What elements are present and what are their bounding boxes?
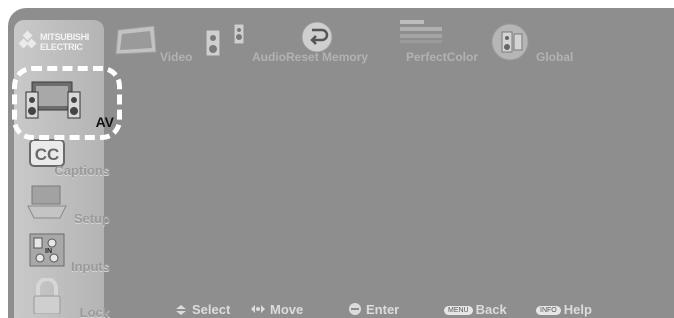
sidebar-item-label: Inputs [71,259,110,274]
reset-icon [301,21,333,53]
menu-item-label: Global [536,50,574,64]
svg-text:CC: CC [35,145,60,164]
sidebar-item-inputs[interactable]: IN Inputs [14,228,112,276]
menu-item-label: PerfectColor [406,50,479,64]
menu-item-label: Audio [252,50,286,64]
sidebar-item-label: Captions [54,163,110,178]
sidebar: MITSUBISHI ELECTRIC AV CC Captions Setup… [14,20,114,318]
sidebar-item-label: Lock [79,305,110,318]
sidebar-item-setup[interactable]: Setup [14,180,112,228]
color-bars-icon [400,20,442,43]
tv-icon [115,26,157,55]
hint-move: Move [250,302,303,317]
tv-menu-screen: MITSUBISHI ELECTRIC AV CC Captions Setup… [8,8,674,318]
menu-key-icon: MENU [444,306,473,315]
lock-icon [33,278,61,314]
menu-item-perfectcolor[interactable]: PerfectColor [400,16,492,70]
hint-enter: Enter [348,302,399,317]
enter-button-icon [349,303,361,315]
hint-back: MENU Back [444,302,507,317]
brand-name: MITSUBISHI ELECTRIC [40,32,90,52]
inputs-icon: IN [29,233,65,267]
menu-item-label: Video [160,50,193,64]
svg-text:IN: IN [45,248,52,255]
hint-help: INFO Help [536,302,592,317]
hint-select: Select [174,302,230,317]
sidebar-item-label: Setup [73,211,110,226]
info-key-icon: INFO [536,306,561,315]
menu-item-reset-memory[interactable]: Reset Memory [286,16,400,70]
speakers-icon [205,23,245,57]
mitsubishi-logo-icon [18,30,37,52]
menu-item-label: Reset Memory [286,50,369,64]
selection-highlight [12,66,122,140]
up-down-arrows-icon [176,305,186,315]
four-way-arrows-icon [251,305,265,313]
brand-logo: MITSUBISHI ELECTRIC [18,28,100,58]
sidebar-item-lock[interactable]: Lock [14,274,112,318]
menu-item-global[interactable]: Global [490,16,590,70]
globe-icon [491,23,529,61]
menu-item-video[interactable]: Video [114,16,200,70]
setup-tv-icon [27,185,67,219]
